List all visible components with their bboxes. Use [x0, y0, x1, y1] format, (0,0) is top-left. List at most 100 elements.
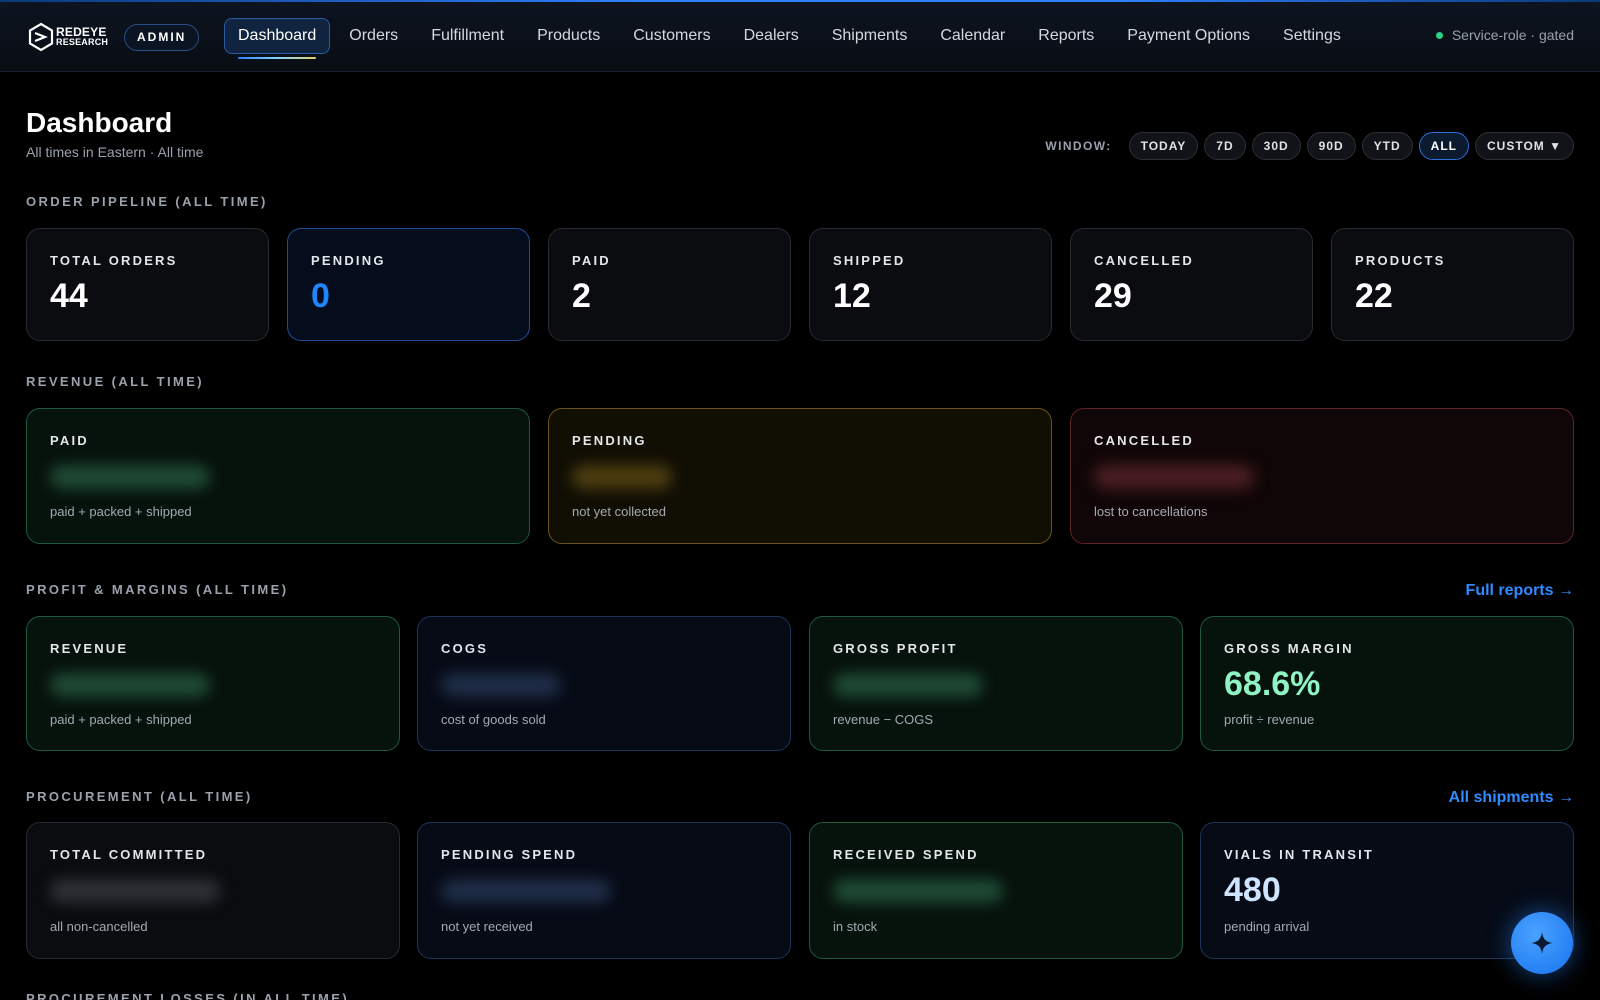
nav-calendar[interactable]: Calendar: [926, 18, 1019, 54]
service-status: Service-role · gated: [1435, 27, 1574, 43]
card-value: 68.6%: [1224, 665, 1321, 703]
card-subtext: cost of goods sold: [441, 712, 546, 727]
card-value: 0: [311, 277, 330, 315]
card-value: 29: [1094, 277, 1132, 315]
pending-orders-card[interactable]: PENDING 0: [287, 228, 530, 341]
all-shipments-link[interactable]: All shipments →: [1449, 789, 1574, 807]
nav-customers[interactable]: Customers: [619, 18, 724, 54]
redacted-value: [572, 465, 672, 489]
card-value: 12: [833, 277, 871, 315]
card-subtext: lost to cancellations: [1094, 504, 1208, 519]
redacted-value: [441, 673, 561, 697]
total-committed-card[interactable]: TOTAL COMMITTED all non-cancelled: [26, 822, 400, 959]
products-card[interactable]: PRODUCTS 22: [1331, 228, 1574, 341]
card-label: PAID: [572, 253, 611, 268]
window-option-30d[interactable]: 30D: [1251, 132, 1301, 160]
nav-fulfillment[interactable]: Fulfillment: [417, 18, 518, 54]
card-label: REVENUE: [50, 641, 129, 656]
full-reports-link[interactable]: Full reports →: [1466, 582, 1574, 600]
redacted-value: [50, 879, 220, 903]
cancelled-orders-card[interactable]: CANCELLED 29: [1070, 228, 1313, 341]
card-subtext: revenue − COGS: [833, 712, 934, 727]
card-label: RECEIVED SPEND: [833, 847, 979, 862]
window-option-all[interactable]: ALL: [1418, 132, 1469, 160]
window-option-7d[interactable]: 7D: [1204, 132, 1246, 160]
card-label: PAID: [50, 433, 89, 448]
redacted-value: [833, 673, 983, 697]
card-subtext: profit ÷ revenue: [1224, 712, 1315, 727]
total-orders-card[interactable]: TOTAL ORDERS 44: [26, 228, 269, 341]
redacted-value: [833, 879, 1003, 903]
window-option-today[interactable]: TODAY: [1128, 132, 1199, 160]
profit-section-label: PROFIT & MARGINS (ALL TIME): [26, 582, 289, 597]
window-label: WINDOW:: [1045, 139, 1112, 153]
sparkle-icon: [1531, 932, 1553, 954]
admin-role-badge: ADMIN: [124, 24, 200, 51]
main-nav: Dashboard Orders Fulfillment Products Cu…: [224, 18, 1360, 59]
shipped-orders-card[interactable]: SHIPPED 12: [809, 228, 1052, 341]
card-subtext: in stock: [833, 919, 878, 934]
gross-margin-card[interactable]: GROSS MARGIN 68.6% profit ÷ revenue: [1200, 616, 1574, 751]
card-value: 22: [1355, 277, 1393, 315]
page-subtitle: All times in Eastern · All time: [26, 144, 204, 160]
card-label: PRODUCTS: [1355, 253, 1446, 268]
gross-profit-card[interactable]: GROSS PROFIT revenue − COGS: [809, 616, 1183, 751]
assistant-fab-button[interactable]: [1511, 912, 1573, 974]
time-window-selector: WINDOW: TODAY 7D 30D 90D YTD ALL CUSTOM …: [1045, 132, 1574, 160]
pipeline-section-label: ORDER PIPELINE (ALL TIME): [26, 194, 268, 209]
window-option-custom[interactable]: CUSTOM ▼: [1475, 132, 1574, 160]
revenue-paid-card[interactable]: PAID paid + packed + shipped: [26, 408, 530, 544]
card-value: 2: [572, 277, 591, 315]
nav-dashboard[interactable]: Dashboard: [224, 18, 331, 59]
card-label: PENDING SPEND: [441, 847, 578, 862]
status-dot-icon: [1435, 31, 1443, 39]
card-label: GROSS PROFIT: [833, 641, 958, 656]
nav-orders[interactable]: Orders: [335, 18, 412, 54]
card-label: PENDING: [572, 433, 647, 448]
nav-shipments[interactable]: Shipments: [818, 18, 922, 54]
card-subtext: not yet collected: [572, 504, 666, 519]
nav-payment-options[interactable]: Payment Options: [1113, 18, 1264, 54]
revenue-pending-card[interactable]: PENDING not yet collected: [548, 408, 1052, 544]
card-value: 480: [1224, 871, 1281, 909]
brand-logo[interactable]: REDEYE RESEARCH: [28, 20, 110, 54]
redacted-value: [50, 465, 210, 489]
redacted-value: [50, 673, 210, 697]
card-label: CANCELLED: [1094, 433, 1194, 448]
card-label: PENDING: [311, 253, 386, 268]
window-option-90d[interactable]: 90D: [1306, 132, 1356, 160]
next-section-label-clipped: PROCUREMENT LOSSES (IN ALL TIME): [26, 990, 356, 1000]
revenue-section-label: REVENUE (ALL TIME): [26, 374, 205, 389]
procurement-losses-label: PROCUREMENT LOSSES (IN ALL TIME): [26, 991, 350, 1000]
card-subtext: pending arrival: [1224, 919, 1310, 934]
page-title: Dashboard: [26, 107, 173, 138]
revenue-cancelled-card[interactable]: CANCELLED lost to cancellations: [1070, 408, 1574, 544]
nav-reports[interactable]: Reports: [1024, 18, 1108, 54]
nav-products[interactable]: Products: [523, 18, 614, 54]
service-status-text: Service-role · gated: [1451, 27, 1574, 43]
card-label: CANCELLED: [1094, 253, 1194, 268]
card-label: TOTAL ORDERS: [50, 253, 178, 268]
procurement-section-label: PROCUREMENT (ALL TIME): [26, 789, 253, 804]
top-navigation-bar: REDEYE RESEARCH ADMIN Dashboard Orders F…: [0, 2, 1600, 72]
card-subtext: not yet received: [441, 919, 533, 934]
redacted-value: [1094, 465, 1254, 489]
brand-wordmark: REDEYE RESEARCH: [56, 26, 108, 47]
cogs-card[interactable]: COGS cost of goods sold: [417, 616, 791, 751]
nav-settings[interactable]: Settings: [1269, 18, 1355, 54]
card-label: VIALS IN TRANSIT: [1224, 847, 1375, 862]
card-subtext: paid + packed + shipped: [50, 504, 192, 519]
card-label: COGS: [441, 641, 489, 656]
card-subtext: all non-cancelled: [50, 919, 148, 934]
window-option-ytd[interactable]: YTD: [1361, 132, 1413, 160]
card-label: SHIPPED: [833, 253, 906, 268]
received-spend-card[interactable]: RECEIVED SPEND in stock: [809, 822, 1183, 959]
card-subtext: paid + packed + shipped: [50, 712, 192, 727]
card-label: TOTAL COMMITTED: [50, 847, 208, 862]
profit-revenue-card[interactable]: REVENUE paid + packed + shipped: [26, 616, 400, 751]
card-value: 44: [50, 277, 88, 315]
pending-spend-card[interactable]: PENDING SPEND not yet received: [417, 822, 791, 959]
nav-dealers[interactable]: Dealers: [730, 18, 813, 54]
paid-orders-card[interactable]: PAID 2: [548, 228, 791, 341]
card-label: GROSS MARGIN: [1224, 641, 1354, 656]
